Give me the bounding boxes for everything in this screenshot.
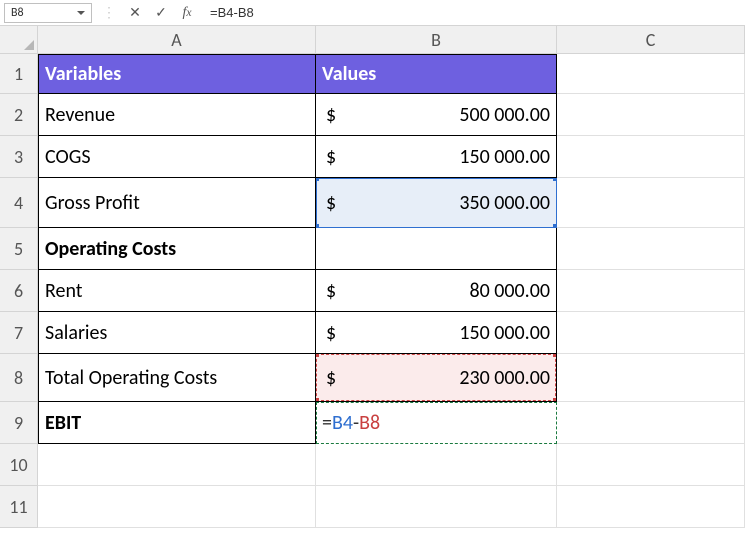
row-header-2[interactable]: 2	[0, 94, 38, 136]
cell-b2[interactable]: $500 000.00	[316, 94, 557, 136]
cell-c8[interactable]	[557, 354, 745, 402]
cell-c11[interactable]	[557, 486, 745, 528]
cell-a10[interactable]	[38, 444, 316, 486]
row-header-7[interactable]: 7	[0, 312, 38, 354]
formula-bar-input[interactable]	[204, 5, 741, 20]
currency-value: 230 000.00	[459, 366, 550, 390]
currency-value: 500 000.00	[459, 103, 550, 127]
cell-b5[interactable]	[316, 228, 557, 270]
table-row: Total Operating Costs $230 000.00	[38, 354, 745, 402]
formula-bar: B8 ⋮ ✕ ✓ fx	[0, 0, 745, 26]
row-header-8[interactable]: 8	[0, 354, 38, 402]
cell-a6[interactable]: Rent	[38, 270, 316, 312]
table-row	[38, 486, 745, 528]
cell-c2[interactable]	[557, 94, 745, 136]
table-row: COGS $150 000.00	[38, 136, 745, 178]
table-row: Gross Profit $350 000.00	[38, 178, 745, 228]
row-header-1[interactable]: 1	[0, 54, 38, 94]
cell-a3[interactable]: COGS	[38, 136, 316, 178]
name-box-dropdown-icon[interactable]	[77, 11, 85, 15]
cell-b1[interactable]: Values	[316, 54, 557, 94]
column-header-b[interactable]: B	[316, 26, 557, 54]
cell-a8[interactable]: Total Operating Costs	[38, 354, 316, 402]
currency-value: 80 000.00	[469, 279, 550, 303]
table-row: Salaries $150 000.00	[38, 312, 745, 354]
column-header-a[interactable]: A	[38, 26, 316, 54]
table-row: Variables Values	[38, 54, 745, 94]
column-headers: A B C	[38, 26, 745, 54]
name-box-value: B8	[11, 6, 24, 20]
currency-symbol: $	[322, 279, 356, 303]
table-row: Operating Costs	[38, 228, 745, 270]
row-header-10[interactable]: 10	[0, 444, 38, 486]
cell-a7[interactable]: Salaries	[38, 312, 316, 354]
cell-c5[interactable]	[557, 228, 745, 270]
row-header-4[interactable]: 4	[0, 178, 38, 228]
currency-symbol: $	[322, 103, 356, 127]
cell-c10[interactable]	[557, 444, 745, 486]
cell-a2[interactable]: Revenue	[38, 94, 316, 136]
table-row: EBIT =B4-B8	[38, 402, 745, 444]
table-row	[38, 444, 745, 486]
cell-a9[interactable]: EBIT	[38, 402, 316, 444]
table-row: Revenue $500 000.00	[38, 94, 745, 136]
cell-c4[interactable]	[557, 178, 745, 228]
cell-c1[interactable]	[557, 54, 745, 94]
cell-c3[interactable]	[557, 136, 745, 178]
row-header-5[interactable]: 5	[0, 228, 38, 270]
currency-symbol: $	[322, 321, 356, 345]
currency-value: 350 000.00	[459, 191, 550, 215]
cells-area: Variables Values Revenue $500 000.00 COG…	[38, 54, 745, 528]
cancel-edit-button[interactable]: ✕	[126, 4, 144, 22]
cell-a4[interactable]: Gross Profit	[38, 178, 316, 228]
confirm-edit-button[interactable]: ✓	[152, 4, 170, 22]
cell-b6[interactable]: $80 000.00	[316, 270, 557, 312]
select-all-corner[interactable]	[0, 26, 38, 54]
currency-symbol: $	[322, 191, 356, 215]
row-header-6[interactable]: 6	[0, 270, 38, 312]
cell-a11[interactable]	[38, 486, 316, 528]
currency-symbol: $	[322, 145, 356, 169]
row-header-11[interactable]: 11	[0, 486, 38, 528]
row-headers: 1234567891011	[0, 54, 38, 528]
cell-a5[interactable]: Operating Costs	[38, 228, 316, 270]
separator: ⋮	[100, 4, 118, 21]
name-box[interactable]: B8	[4, 3, 92, 23]
cell-a1[interactable]: Variables	[38, 54, 316, 94]
cell-b11[interactable]	[316, 486, 557, 528]
row-header-3[interactable]: 3	[0, 136, 38, 178]
cell-b7[interactable]: $150 000.00	[316, 312, 557, 354]
currency-symbol: $	[322, 366, 356, 390]
cell-c7[interactable]	[557, 312, 745, 354]
cell-c9[interactable]	[557, 402, 745, 444]
insert-function-button[interactable]: fx	[178, 4, 196, 22]
cell-b4[interactable]: $350 000.00	[316, 178, 557, 228]
currency-value: 150 000.00	[459, 145, 550, 169]
cell-b3[interactable]: $150 000.00	[316, 136, 557, 178]
cell-b10[interactable]	[316, 444, 557, 486]
cell-b8[interactable]: $230 000.00	[316, 354, 557, 402]
cell-b9[interactable]: =B4-B8	[316, 402, 557, 444]
cell-c6[interactable]	[557, 270, 745, 312]
column-header-c[interactable]: C	[557, 26, 745, 54]
row-header-9[interactable]: 9	[0, 402, 38, 444]
cell-edit-content: =B4-B8	[322, 411, 380, 435]
currency-value: 150 000.00	[459, 321, 550, 345]
table-row: Rent $80 000.00	[38, 270, 745, 312]
